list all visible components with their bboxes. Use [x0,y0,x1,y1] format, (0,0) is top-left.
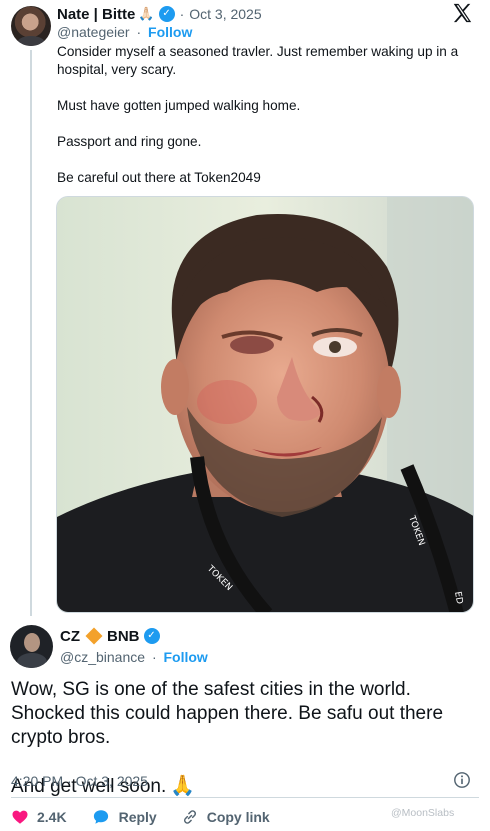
follow-button[interactable]: Follow [148,24,192,40]
display-name[interactable]: Nate | Bitte [57,6,135,23]
heart-icon [12,810,28,824]
quoted-tweet-text: Consider myself a seasoned travler. Just… [57,43,467,187]
info-icon[interactable] [453,771,471,789]
copy-link-label: Copy link [206,809,270,825]
reply-bubble-icon [93,810,108,824]
tweet-photo[interactable]: TOKEN TOKEN ED [56,196,474,613]
avatar-cz-binance[interactable] [10,625,53,668]
handle-row: @nategeier · Follow [57,24,192,40]
injured-man-photo: TOKEN TOKEN ED [57,197,473,612]
bnb-diamond-icon [85,627,103,645]
quoted-tweet-header: Nate | Bitte 🙏🏻 ✓ · Oct 3, 2025 [57,4,262,24]
x-logo-icon[interactable] [451,2,473,24]
avatar-nategeier[interactable] [11,6,51,46]
tweet-paragraph: Passport and ring gone. [57,134,202,149]
tweet-actions-bar: 2.4K Reply Copy link [11,806,294,828]
thread-connector-line [30,50,32,616]
tweet-timestamp[interactable]: 4:20 PM · Oct 3, 2025 [11,773,148,789]
tweet-paragraph: Be careful out there at Token2049 [57,170,261,185]
separator-dot: · [151,649,157,665]
like-button[interactable]: 2.4K [11,808,67,826]
tweet-paragraph: Wow, SG is one of the safest cities in t… [11,679,444,748]
reply-button[interactable]: Reply [91,808,157,826]
tweet-date[interactable]: Oct 3, 2025 [189,6,261,22]
main-tweet-header: CZ BNB ✓ [60,626,160,646]
separator-dot: · [179,6,185,22]
watermark: @MoonSlabs [391,807,455,819]
like-count: 2.4K [37,809,67,825]
user-handle[interactable]: @nategeier [57,24,130,40]
tweet-paragraph: Must have gotten jumped walking home. [57,98,301,113]
separator-dot: · [136,24,142,40]
display-name-suffix[interactable]: BNB [107,628,140,645]
tweet-paragraph: Consider myself a seasoned travler. Just… [57,44,459,77]
verified-badge-icon: ✓ [143,628,160,644]
copy-link-button[interactable]: Copy link [181,808,270,826]
pray-emoji: 🙏 [170,775,196,797]
verified-badge-icon: ✓ [158,6,175,22]
link-icon [183,810,196,824]
actions-divider [11,797,479,798]
handle-row: @cz_binance · Follow [60,649,208,665]
user-handle[interactable]: @cz_binance [60,649,145,665]
pray-emoji: 🙏🏻 [138,6,155,21]
follow-button[interactable]: Follow [164,649,208,665]
display-name[interactable]: CZ [60,628,80,645]
reply-label: Reply [118,809,157,825]
